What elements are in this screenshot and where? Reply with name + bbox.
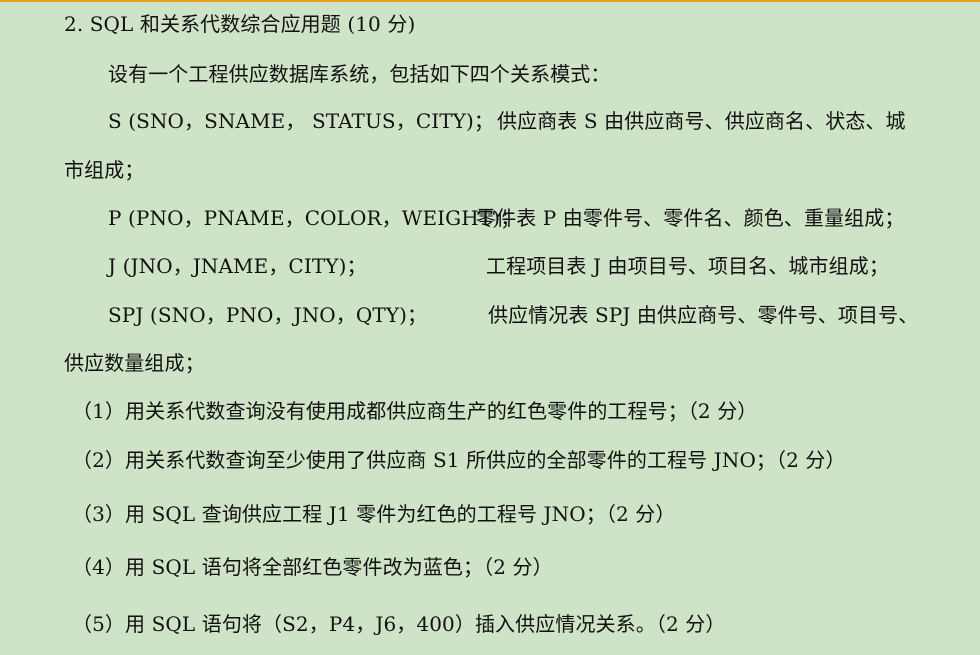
schema-spj-declaration: SPJ (SNO，PNO，JNO，QTY)；: [108, 303, 428, 327]
schema-s-description: 供应商表 S 由供应商号、供应商名、状态、城: [497, 109, 906, 133]
top-border: [0, 0, 980, 2]
schema-p-declaration: P (PNO，PNAME，COLOR，WEIGHT)；: [108, 206, 521, 230]
schema-j-declaration: J (JNO，JNAME，CITY)；: [108, 254, 367, 278]
question-heading: 2. SQL 和关系代数综合应用题 (10 分): [64, 12, 416, 36]
question-item-5: （5）用 SQL 语句将（S2，P4，J6，400）插入供应情况关系。（2 分）: [72, 612, 726, 636]
question-item-1: （1）用关系代数查询没有使用成都供应商生产的红色零件的工程号；（2 分）: [72, 399, 758, 423]
schema-j-description: 工程项目表 J 由项目号、项目名、城市组成；: [486, 254, 889, 278]
question-item-4: （4）用 SQL 语句将全部红色零件改为蓝色；（2 分）: [72, 555, 553, 579]
question-item-3: （3）用 SQL 查询供应工程 J1 零件为红色的工程号 JNO；（2 分）: [72, 502, 676, 526]
schema-spj-description-cont: 供应数量组成；: [64, 351, 205, 375]
schema-s-declaration: S (SNO，SNAME， STATUS，CITY)；: [108, 109, 494, 133]
intro-text: 设有一个工程供应数据库系统，包括如下四个关系模式：: [108, 62, 611, 86]
schema-p-description: 零件表 P 由零件号、零件名、颜色、重量组成；: [476, 206, 905, 230]
schema-spj-description: 供应情况表 SPJ 由供应商号、零件号、项目号、: [488, 303, 919, 327]
schema-s-description-cont: 市组成；: [64, 158, 145, 182]
question-item-2: （2）用关系代数查询至少使用了供应商 S1 所供应的全部零件的工程号 JNO；（…: [72, 448, 846, 472]
